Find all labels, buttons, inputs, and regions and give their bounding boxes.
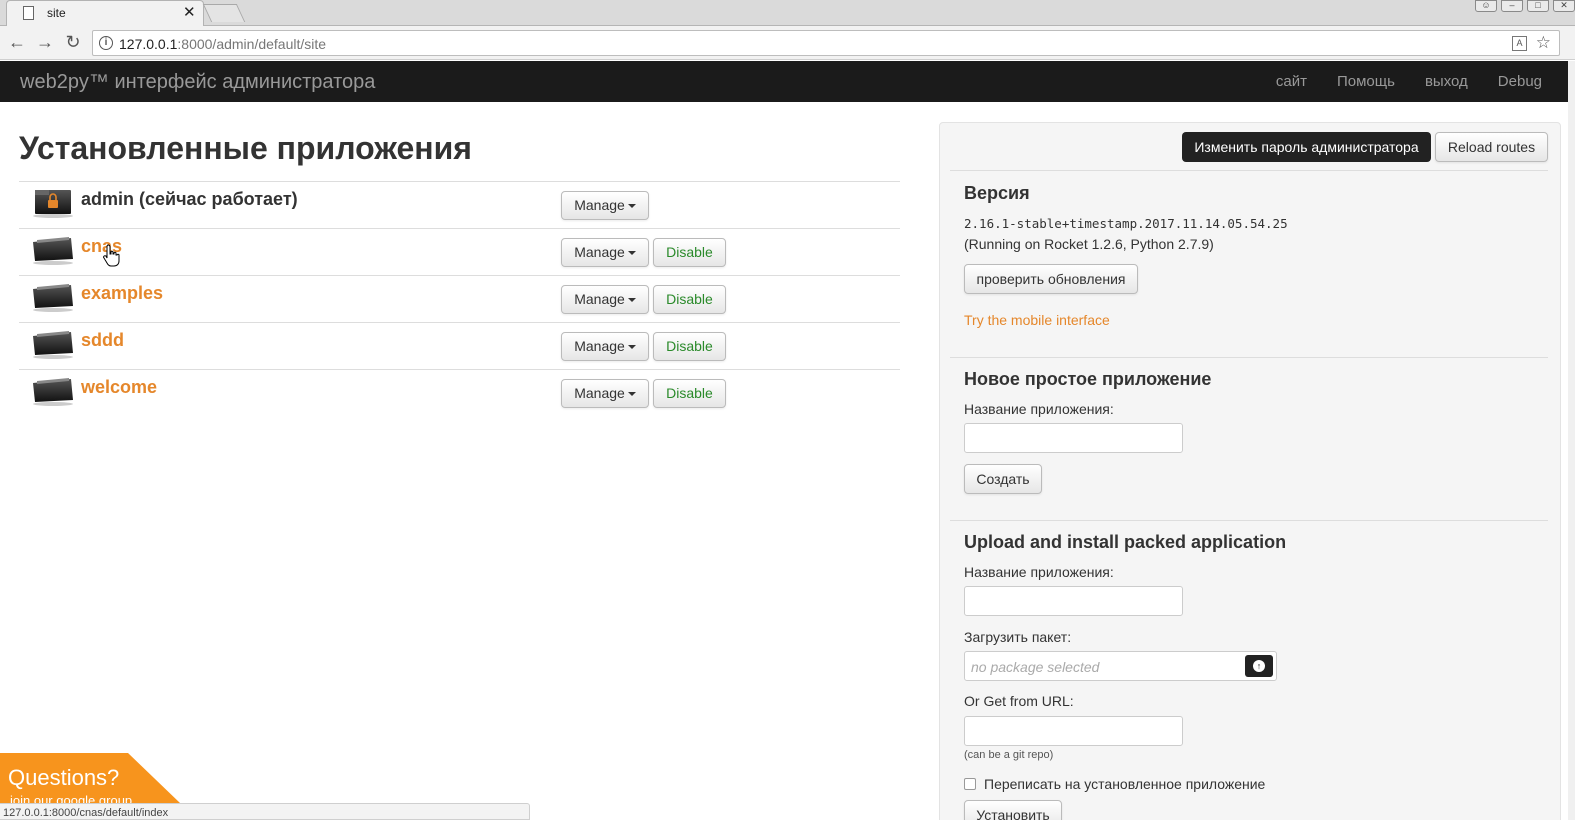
manage-button[interactable]: Manage xyxy=(561,191,649,220)
upload-app-name-label: Название приложения: xyxy=(964,564,1114,580)
upload-app-name-input[interactable] xyxy=(964,586,1183,616)
manage-label: Manage xyxy=(574,244,625,260)
browser-toolbar: ← → ↻ i 127.0.0.1:8000/admin/default/sit… xyxy=(0,26,1575,60)
browser-tab[interactable]: site ✕ xyxy=(6,0,204,26)
caret-down-icon xyxy=(627,204,636,209)
app-row: admin (сейчас работает) Manage xyxy=(19,181,900,228)
change-password-button[interactable]: Изменить пароль администратора xyxy=(1182,132,1431,162)
nav-link-logout[interactable]: выход xyxy=(1425,73,1468,90)
caret-down-icon xyxy=(627,298,636,303)
manage-label: Manage xyxy=(574,291,625,307)
profile-icon[interactable]: ☺ xyxy=(1475,0,1497,12)
manage-button[interactable]: Manage xyxy=(561,238,649,267)
caret-down-icon xyxy=(627,392,636,397)
git-hint: (can be a git repo) xyxy=(964,749,1054,761)
apps-table: admin (сейчас работает) Manage cnas Mana… xyxy=(19,181,900,416)
app-name-label: Название приложения: xyxy=(964,401,1114,417)
status-bar: 127.0.0.1:8000/cnas/default/index xyxy=(0,803,530,820)
tab-title: site xyxy=(47,6,66,20)
url-text: 127.0.0.1:8000/admin/default/site xyxy=(119,36,326,52)
manage-button[interactable]: Manage xyxy=(561,285,649,314)
app-link[interactable]: welcome xyxy=(81,377,157,398)
version-heading: Версия xyxy=(964,183,1030,203)
url-label: Or Get from URL: xyxy=(964,693,1074,709)
back-icon[interactable]: ← xyxy=(6,32,28,53)
translate-icon[interactable]: A xyxy=(1512,36,1527,51)
folder-icon xyxy=(33,378,73,406)
disable-button[interactable]: Disable xyxy=(653,238,726,267)
app-name: admin (сейчас работает) xyxy=(81,189,298,209)
hand-cursor-icon xyxy=(103,244,120,267)
reload-routes-button[interactable]: Reload routes xyxy=(1435,132,1548,162)
star-icon[interactable]: ☆ xyxy=(1536,33,1551,53)
brand[interactable]: web2py™ интерфейс администратора xyxy=(20,71,375,94)
disable-button[interactable]: Disable xyxy=(653,332,726,361)
page-title: Установленные приложения xyxy=(19,130,472,166)
package-file-input[interactable]: no package selected ↑ xyxy=(964,651,1277,681)
folder-icon xyxy=(33,284,73,312)
minimize-icon[interactable]: – xyxy=(1501,0,1523,12)
folder-icon xyxy=(33,331,73,359)
url-path: :8000/admin/default/site xyxy=(177,36,327,52)
caret-down-icon xyxy=(627,345,636,350)
forward-icon[interactable]: → xyxy=(34,32,56,53)
git-url-input[interactable] xyxy=(964,716,1183,746)
upload-heading: Upload and install packed application xyxy=(964,532,1287,552)
new-app-heading: Новое простое приложение xyxy=(964,369,1212,389)
locked-folder-icon xyxy=(33,190,73,218)
install-button[interactable]: Установить xyxy=(964,800,1062,820)
mobile-interface-link[interactable]: Try the mobile interface xyxy=(964,312,1110,328)
page-icon xyxy=(23,6,34,20)
manage-label: Manage xyxy=(574,385,625,401)
app-row: examples Manage Disable xyxy=(19,275,900,322)
app-row: cnas Manage Disable xyxy=(19,228,900,275)
address-bar[interactable]: i 127.0.0.1:8000/admin/default/site A ☆ xyxy=(92,30,1560,56)
upload-button[interactable]: ↑ xyxy=(1245,655,1273,677)
upload-icon: ↑ xyxy=(1253,660,1265,672)
nav-link-debug[interactable]: Debug xyxy=(1498,73,1542,90)
app-link[interactable]: sddd xyxy=(81,330,124,351)
create-button[interactable]: Создать xyxy=(964,464,1042,494)
manage-label: Manage xyxy=(574,338,625,354)
maximize-icon[interactable]: □ xyxy=(1527,0,1549,12)
package-label: Загрузить пакет: xyxy=(964,629,1072,645)
app-row: welcome Manage Disable xyxy=(19,369,900,416)
app-link[interactable]: examples xyxy=(81,283,163,304)
nav-link-site[interactable]: сайт xyxy=(1276,73,1307,90)
scrollbar[interactable] xyxy=(1568,61,1575,820)
divider xyxy=(950,520,1548,521)
divider xyxy=(950,357,1548,358)
disable-button[interactable]: Disable xyxy=(653,285,726,314)
running-on-text: (Running on Rocket 1.2.6, Python 2.7.9) xyxy=(964,236,1214,252)
manage-button[interactable]: Manage xyxy=(561,332,649,361)
overwrite-checkbox[interactable] xyxy=(964,778,976,790)
app-row: sddd Manage Disable xyxy=(19,322,900,369)
folder-icon xyxy=(33,237,73,265)
window-controls: ☺ – □ ✕ xyxy=(1475,0,1575,12)
browser-tabstrip: site ✕ ☺ – □ ✕ xyxy=(0,0,1575,26)
disable-button[interactable]: Disable xyxy=(653,379,726,408)
questions-title: Questions? xyxy=(8,765,120,790)
package-placeholder: no package selected xyxy=(971,659,1100,675)
url-host: 127.0.0.1 xyxy=(119,36,178,52)
check-updates-button[interactable]: проверить обновления xyxy=(964,264,1138,294)
app-navbar: web2py™ интерфейс администратора сайт По… xyxy=(0,61,1568,102)
sidebar: Изменить пароль администратора Reload ro… xyxy=(939,122,1561,820)
app-name-input[interactable] xyxy=(964,423,1183,453)
info-icon[interactable]: i xyxy=(99,36,113,50)
close-window-icon[interactable]: ✕ xyxy=(1553,0,1575,12)
new-tab-button[interactable] xyxy=(202,4,246,22)
overwrite-label: Переписать на установленное приложение xyxy=(984,776,1266,792)
manage-button[interactable]: Manage xyxy=(561,379,649,408)
nav-links: сайт Помощь выход Debug xyxy=(1276,73,1542,90)
reload-icon[interactable]: ↻ xyxy=(62,32,84,53)
manage-label: Manage xyxy=(574,197,625,213)
version-text: 2.16.1-stable+timestamp.2017.11.14.05.54… xyxy=(964,216,1288,231)
close-icon[interactable]: ✕ xyxy=(183,3,196,21)
divider xyxy=(950,170,1548,171)
caret-down-icon xyxy=(627,251,636,256)
nav-link-help[interactable]: Помощь xyxy=(1337,73,1395,90)
